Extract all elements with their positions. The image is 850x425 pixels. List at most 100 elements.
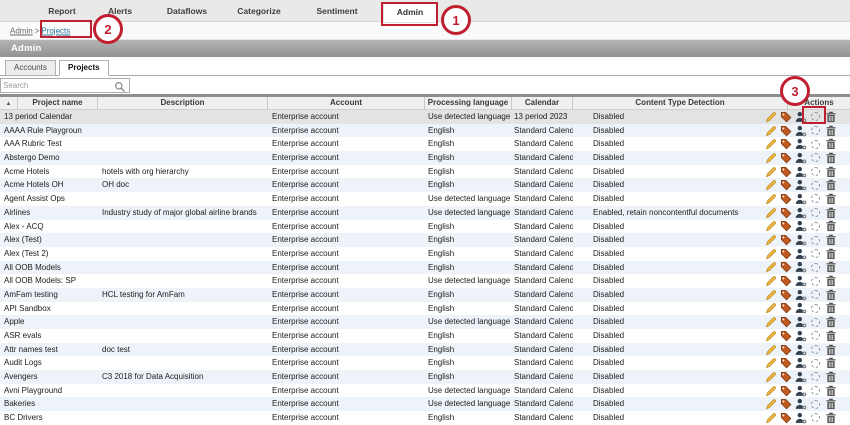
pencil-icon[interactable] xyxy=(764,357,777,369)
trash-icon[interactable] xyxy=(824,125,837,137)
trash-icon[interactable] xyxy=(824,179,837,191)
trash-icon[interactable] xyxy=(824,302,837,314)
table-row[interactable]: AppleEnterprise accountUse detected lang… xyxy=(0,315,850,329)
table-row[interactable]: ASR evalsEnterprise accountEnglishStanda… xyxy=(0,329,850,343)
user-gear-icon[interactable] xyxy=(794,152,807,164)
tag-icon[interactable] xyxy=(779,302,792,314)
table-row[interactable]: All OOB Models: SPEnterprise accountUse … xyxy=(0,274,850,288)
column-header-calendar[interactable]: Calendar xyxy=(512,97,573,110)
tag-icon[interactable] xyxy=(779,234,792,246)
tab-accounts[interactable]: Accounts xyxy=(5,60,56,76)
tag-icon[interactable] xyxy=(779,398,792,410)
pencil-icon[interactable] xyxy=(764,207,777,219)
table-row[interactable]: 13 period CalendarEnterprise accountUse … xyxy=(0,110,850,124)
trash-icon[interactable] xyxy=(824,234,837,246)
tab-projects[interactable]: Projects xyxy=(59,60,109,76)
tag-icon[interactable] xyxy=(779,152,792,164)
column-header-content-type-detection[interactable]: Content Type Detection xyxy=(573,97,788,110)
sort-indicator-cell[interactable]: ▲ xyxy=(0,97,18,110)
user-gear-icon[interactable] xyxy=(794,302,807,314)
trash-icon[interactable] xyxy=(824,248,837,260)
user-gear-icon[interactable] xyxy=(794,248,807,260)
table-row[interactable]: Attr names testdoc testEnterprise accoun… xyxy=(0,343,850,357)
table-row[interactable]: Alex (Test)Enterprise accountEnglishStan… xyxy=(0,233,850,247)
pencil-icon[interactable] xyxy=(764,316,777,328)
tag-icon[interactable] xyxy=(779,330,792,342)
dashed-circle-icon[interactable] xyxy=(809,179,822,191)
user-gear-icon[interactable] xyxy=(794,179,807,191)
tag-icon[interactable] xyxy=(779,371,792,383)
dashed-circle-icon[interactable] xyxy=(809,166,822,178)
trash-icon[interactable] xyxy=(824,261,837,273)
tag-icon[interactable] xyxy=(779,316,792,328)
trash-icon[interactable] xyxy=(824,289,837,301)
column-header-description[interactable]: Description xyxy=(98,97,268,110)
user-gear-icon[interactable] xyxy=(794,193,807,205)
dashed-circle-icon[interactable] xyxy=(809,248,822,260)
trash-icon[interactable] xyxy=(824,275,837,287)
user-gear-icon[interactable] xyxy=(794,398,807,410)
dashed-circle-icon[interactable] xyxy=(809,220,822,232)
dashed-circle-icon[interactable] xyxy=(809,371,822,383)
user-gear-icon[interactable] xyxy=(794,220,807,232)
trash-icon[interactable] xyxy=(824,385,837,397)
pencil-icon[interactable] xyxy=(764,138,777,150)
table-row[interactable]: Alex - ACQEnterprise accountEnglishStand… xyxy=(0,220,850,234)
table-row[interactable]: BC DriversEnterprise accountEnglishStand… xyxy=(0,411,850,425)
pencil-icon[interactable] xyxy=(764,261,777,273)
dashed-circle-icon[interactable] xyxy=(809,357,822,369)
dashed-circle-icon[interactable] xyxy=(809,261,822,273)
table-row[interactable]: AAAA Rule PlaygrounEnterprise accountEng… xyxy=(0,124,850,138)
table-row[interactable]: AirlinesIndustry study of major global a… xyxy=(0,206,850,220)
nav-tab-dataflows[interactable]: Dataflows xyxy=(167,6,207,16)
nav-tab-categorize[interactable]: Categorize xyxy=(237,6,280,16)
tag-icon[interactable] xyxy=(779,357,792,369)
user-gear-icon[interactable] xyxy=(794,316,807,328)
table-row[interactable]: BakeriesEnterprise accountUse detected l… xyxy=(0,397,850,411)
trash-icon[interactable] xyxy=(824,207,837,219)
dashed-circle-icon[interactable] xyxy=(809,193,822,205)
user-gear-icon[interactable] xyxy=(794,261,807,273)
user-gear-icon[interactable] xyxy=(794,125,807,137)
table-row[interactable]: Agent Assist OpsEnterprise accountUse de… xyxy=(0,192,850,206)
tag-icon[interactable] xyxy=(779,344,792,356)
pencil-icon[interactable] xyxy=(764,330,777,342)
table-row[interactable]: Alex (Test 2)Enterprise accountEnglishSt… xyxy=(0,247,850,261)
table-row[interactable]: Avni PlaygroundEnterprise accountUse det… xyxy=(0,384,850,398)
dashed-circle-icon[interactable] xyxy=(809,234,822,246)
user-gear-icon[interactable] xyxy=(794,357,807,369)
column-header-processing-language[interactable]: Processing language xyxy=(425,97,512,110)
tag-icon[interactable] xyxy=(779,193,792,205)
dashed-circle-icon[interactable] xyxy=(809,207,822,219)
trash-icon[interactable] xyxy=(824,316,837,328)
pencil-icon[interactable] xyxy=(764,289,777,301)
dashed-circle-icon[interactable] xyxy=(809,398,822,410)
pencil-icon[interactable] xyxy=(764,152,777,164)
user-gear-icon[interactable] xyxy=(794,330,807,342)
dashed-circle-icon[interactable] xyxy=(809,385,822,397)
pencil-icon[interactable] xyxy=(764,302,777,314)
tag-icon[interactable] xyxy=(779,289,792,301)
pencil-icon[interactable] xyxy=(764,398,777,410)
dashed-circle-icon[interactable] xyxy=(809,125,822,137)
nav-tab-sentiment[interactable]: Sentiment xyxy=(316,6,357,16)
table-row[interactable]: Abstergo DemoEnterprise accountEnglishSt… xyxy=(0,151,850,165)
table-row[interactable]: AmFam testingHCL testing for AmFamEnterp… xyxy=(0,288,850,302)
user-gear-icon[interactable] xyxy=(794,207,807,219)
trash-icon[interactable] xyxy=(824,371,837,383)
user-gear-icon[interactable] xyxy=(794,344,807,356)
trash-icon[interactable] xyxy=(824,357,837,369)
tag-icon[interactable] xyxy=(779,207,792,219)
pencil-icon[interactable] xyxy=(764,179,777,191)
trash-icon[interactable] xyxy=(824,344,837,356)
breadcrumb-admin-link[interactable]: Admin xyxy=(10,26,33,35)
nav-tab-report[interactable]: Report xyxy=(48,6,75,16)
tag-icon[interactable] xyxy=(779,111,792,123)
table-row[interactable]: Audit LogsEnterprise accountEnglishStand… xyxy=(0,356,850,370)
tag-icon[interactable] xyxy=(779,166,792,178)
pencil-icon[interactable] xyxy=(764,111,777,123)
trash-icon[interactable] xyxy=(824,193,837,205)
user-gear-icon[interactable] xyxy=(794,289,807,301)
pencil-icon[interactable] xyxy=(764,344,777,356)
tag-icon[interactable] xyxy=(779,248,792,260)
